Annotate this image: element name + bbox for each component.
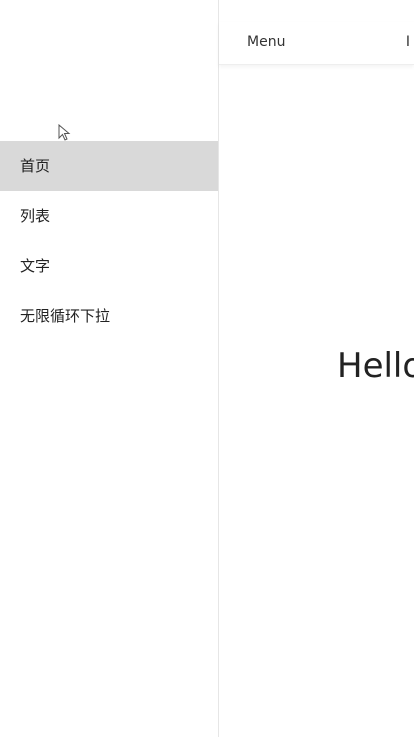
menu-button[interactable]: Menu <box>247 34 285 50</box>
drawer-menu: 首页 列表 文字 无限循环下拉 <box>0 141 218 341</box>
navigation-bar: Menu I <box>219 22 414 65</box>
drawer-item-label: 首页 <box>20 157 51 175</box>
drawer-item-label: 文字 <box>20 257 51 275</box>
cursor-icon <box>58 124 71 141</box>
drawer-item-label: 列表 <box>20 207 51 225</box>
drawer-item-list[interactable]: 列表 <box>0 191 218 241</box>
side-drawer: 首页 列表 文字 无限循环下拉 <box>0 0 219 737</box>
main-content: Menu I Hello <box>219 0 414 737</box>
drawer-item-home[interactable]: 首页 <box>0 141 218 191</box>
drawer-item-infinite-scroll[interactable]: 无限循环下拉 <box>0 291 218 341</box>
nav-right-glyph: I <box>405 34 410 50</box>
hello-text: Hello <box>337 346 414 386</box>
drawer-item-label: 无限循环下拉 <box>20 307 111 325</box>
drawer-item-text[interactable]: 文字 <box>0 241 218 291</box>
